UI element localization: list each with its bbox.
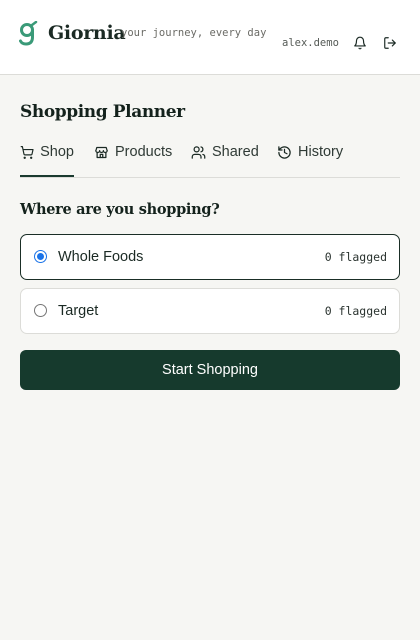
brand-tagline: your journey, every day — [121, 27, 267, 39]
tab-products[interactable]: Products — [94, 140, 172, 177]
store-name: Target — [58, 303, 99, 319]
tab-bar: Shop Products Shared History — [20, 140, 400, 178]
tab-label: History — [298, 144, 344, 160]
store-radio[interactable] — [34, 250, 47, 263]
page-title: Shopping Planner — [20, 102, 185, 122]
history-icon — [278, 146, 291, 159]
tab-shop[interactable]: Shop — [20, 140, 74, 177]
tab-shared[interactable]: Shared — [191, 140, 259, 177]
store-option-whole-foods[interactable]: Whole Foods 0 flagged — [20, 234, 400, 280]
logout-icon[interactable] — [383, 36, 397, 50]
store-name: Whole Foods — [58, 249, 144, 265]
brand-name: Giornia — [48, 22, 126, 44]
start-shopping-button[interactable]: Start Shopping — [20, 350, 400, 390]
flagged-count: 0 flagged — [324, 304, 387, 318]
bell-icon[interactable] — [353, 36, 367, 50]
store-question: Where are you shopping? — [20, 201, 220, 218]
cart-icon — [20, 146, 34, 159]
tab-label: Shop — [40, 144, 74, 160]
app-header: Giornia your journey, every day alex.dem… — [0, 0, 420, 75]
tab-label: Products — [115, 144, 173, 160]
users-icon — [191, 146, 206, 159]
flagged-count: 0 flagged — [324, 250, 387, 264]
store-radio[interactable] — [34, 304, 47, 317]
tab-label: Shared — [212, 144, 259, 160]
store-option-target[interactable]: Target 0 flagged — [20, 288, 400, 334]
store-icon — [95, 146, 108, 159]
logo-icon — [19, 21, 38, 46]
tab-history[interactable]: History — [277, 140, 343, 177]
username: alex.demo — [282, 37, 339, 49]
